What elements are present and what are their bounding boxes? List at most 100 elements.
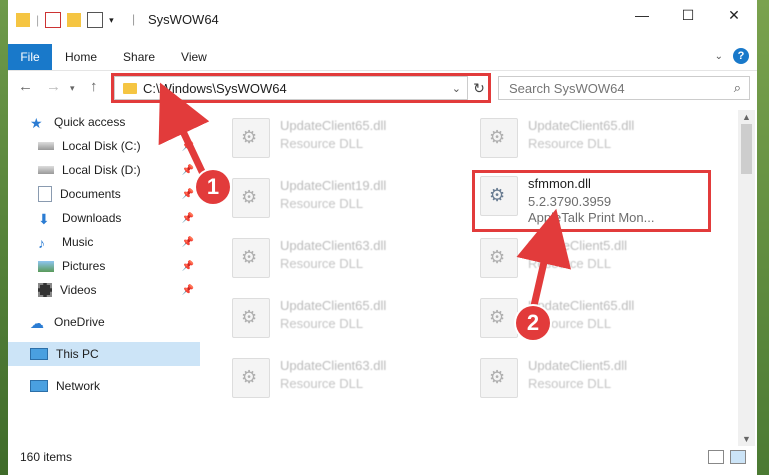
tab-share[interactable]: Share xyxy=(110,44,168,70)
sidebar-item-local-disk-c[interactable]: Local Disk (C:) 📌 xyxy=(8,134,200,158)
dll-file-icon xyxy=(232,358,270,398)
sidebar-item-label: Local Disk (C:) xyxy=(62,139,141,153)
tab-view[interactable]: View xyxy=(168,44,220,70)
recent-locations-icon[interactable]: ▾ xyxy=(70,83,75,94)
step-1-badge: 1 xyxy=(196,170,230,204)
drive-icon xyxy=(38,166,54,174)
sidebar-item-onedrive[interactable]: ☁ OneDrive xyxy=(8,310,200,334)
close-button[interactable]: ✕ xyxy=(711,0,757,30)
file-item[interactable]: UpdateClient19.dll Resource DLL xyxy=(226,174,456,218)
file-item[interactable]: UpdateClient65.dll Resource DLL xyxy=(474,114,704,158)
pin-icon[interactable]: 📌 xyxy=(182,213,194,224)
chevron-down-icon[interactable]: ▾ xyxy=(109,15,114,26)
file-description: Resource DLL xyxy=(280,136,364,151)
sidebar-item-network[interactable]: Network xyxy=(8,374,200,398)
sidebar-item-label: Local Disk (D:) xyxy=(62,163,141,177)
file-description: Resource DLL xyxy=(280,256,364,271)
file-list: UpdateClient65.dll Resource DLL UpdateCl… xyxy=(220,110,735,440)
sidebar-item-music[interactable]: ♪ Music 📌 xyxy=(8,230,200,254)
pin-icon[interactable]: 📌 xyxy=(182,165,194,176)
pin-icon[interactable]: 📌 xyxy=(182,285,194,296)
file-name: UpdateClient63.dll xyxy=(280,358,387,373)
help-icon[interactable]: ? xyxy=(733,48,749,64)
dll-file-icon xyxy=(232,178,270,218)
vertical-scrollbar[interactable]: ▲ ▼ xyxy=(738,110,755,446)
scroll-down-icon[interactable]: ▼ xyxy=(742,434,751,444)
file-item[interactable]: UpdateClient65.dll Resource DLL xyxy=(474,294,704,338)
sidebar-item-downloads[interactable]: ⬇ Downloads 📌 xyxy=(8,206,200,230)
pictures-icon xyxy=(38,260,54,272)
download-icon: ⬇ xyxy=(38,211,50,227)
window-title: SysWOW64 xyxy=(148,12,219,27)
large-icons-view-icon[interactable] xyxy=(730,450,746,464)
scrollbar-thumb[interactable] xyxy=(741,124,752,174)
file-item[interactable]: UpdateClient63.dll Resource DLL xyxy=(226,234,456,278)
file-description: Resource DLL xyxy=(280,376,364,391)
new-folder-icon[interactable] xyxy=(67,13,82,27)
forward-arrow-icon[interactable]: → xyxy=(46,78,61,95)
file-item[interactable]: UpdateClient63.dll Resource DLL xyxy=(226,354,456,398)
navigation-bar: ← → ▾ ↑ C:\Windows\SysWOW64 ⌄ ↻ ⌕ xyxy=(8,72,757,104)
dll-file-icon xyxy=(480,238,518,278)
cloud-icon: ☁ xyxy=(30,315,44,331)
sidebar-item-videos[interactable]: Videos 📌 xyxy=(8,278,200,302)
ribbon-tabs: File Home Share View ⌄ ? xyxy=(8,44,757,71)
desktop-background-left xyxy=(0,0,8,475)
sidebar-item-documents[interactable]: Documents 📌 xyxy=(8,182,200,206)
ribbon-right: ⌄ ? xyxy=(715,48,749,64)
pin-icon[interactable]: 📌 xyxy=(182,141,194,152)
window-controls: — ☐ ✕ xyxy=(619,0,757,30)
dll-file-icon xyxy=(480,358,518,398)
file-item[interactable]: UpdateClient65.dll Resource DLL xyxy=(226,114,456,158)
network-icon xyxy=(30,380,48,392)
file-description: Resource DLL xyxy=(528,256,612,271)
file-item[interactable]: UpdateClient5.dll Resource DLL xyxy=(474,234,704,278)
sidebar-item-label: Pictures xyxy=(62,259,106,273)
sidebar-item-label: Music xyxy=(62,235,94,249)
properties-icon[interactable] xyxy=(45,12,62,28)
file-item[interactable]: UpdateClient5.dll Resource DLL xyxy=(474,354,704,398)
tab-home[interactable]: Home xyxy=(52,44,110,70)
pin-icon[interactable]: 📌 xyxy=(182,237,194,248)
qat-separator: | xyxy=(36,13,40,27)
dll-file-icon xyxy=(480,118,518,158)
expand-ribbon-icon[interactable]: ⌄ xyxy=(715,51,723,62)
file-name: UpdateClient5.dll xyxy=(528,238,628,253)
tab-file[interactable]: File xyxy=(8,44,52,70)
pin-icon[interactable]: 📌 xyxy=(182,261,194,272)
title-bar: | ▾ | SysWOW64 — ☐ ✕ xyxy=(8,0,757,44)
maximize-button[interactable]: ☐ xyxy=(665,0,711,30)
search-input[interactable] xyxy=(507,79,721,97)
step-2-badge: 2 xyxy=(516,306,550,340)
file-item[interactable]: UpdateClient65.dll Resource DLL xyxy=(226,294,456,338)
sidebar-item-local-disk-d[interactable]: Local Disk (D:) 📌 xyxy=(8,158,200,182)
videos-icon xyxy=(38,283,52,297)
back-arrow-icon[interactable]: ← xyxy=(18,78,33,95)
sidebar-item-this-pc[interactable]: This PC xyxy=(8,342,200,366)
details-view-icon[interactable] xyxy=(708,450,724,464)
sidebar-item-pictures[interactable]: Pictures 📌 xyxy=(8,254,200,278)
search-box[interactable]: ⌕ xyxy=(498,76,750,100)
minimize-button[interactable]: — xyxy=(619,0,665,30)
pin-icon[interactable]: 📌 xyxy=(182,189,194,200)
quick-access-toolbar: | ▾ xyxy=(16,12,114,28)
file-description: Resource DLL xyxy=(528,376,612,391)
drive-icon xyxy=(38,142,54,150)
file-description: Resource DLL xyxy=(280,196,364,211)
sidebar-item-label: OneDrive xyxy=(54,315,105,329)
dll-file-icon xyxy=(232,238,270,278)
folder-icon xyxy=(16,13,30,27)
item-count: 160 items xyxy=(20,450,73,464)
navigation-pane: ★ Quick access Local Disk (C:) 📌 Local D… xyxy=(8,110,200,440)
customize-toolbar-icon[interactable] xyxy=(87,12,104,28)
explorer-window: | ▾ | SysWOW64 — ☐ ✕ File Home Share Vie… xyxy=(8,0,757,475)
search-icon[interactable]: ⌕ xyxy=(734,80,741,96)
sidebar-item-label: Videos xyxy=(60,283,97,297)
scroll-up-icon[interactable]: ▲ xyxy=(742,112,751,122)
file-name: UpdateClient65.dll xyxy=(280,298,387,313)
sidebar-item-quick-access[interactable]: ★ Quick access xyxy=(8,110,200,134)
sidebar-item-label: Quick access xyxy=(54,115,126,129)
file-name: UpdateClient5.dll xyxy=(528,358,628,373)
up-arrow-icon[interactable]: ↑ xyxy=(90,78,98,95)
